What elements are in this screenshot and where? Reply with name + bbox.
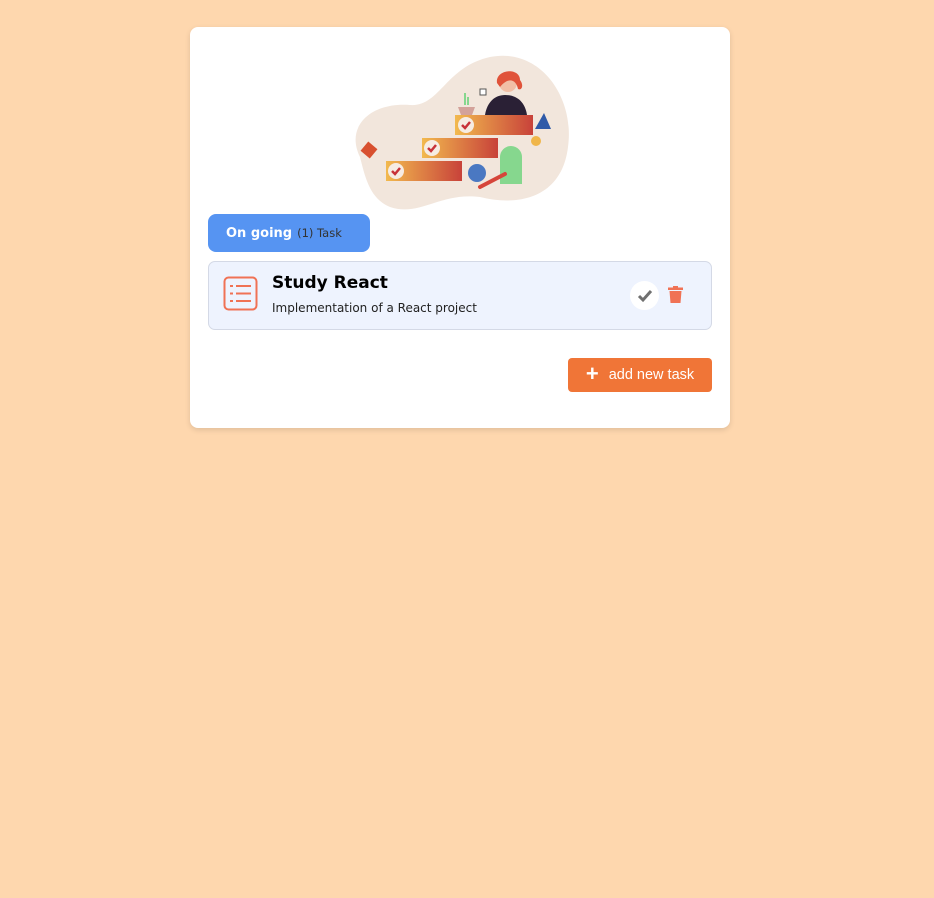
complete-task-button[interactable] [630, 281, 659, 310]
add-new-task-button[interactable]: + add new task [568, 358, 712, 392]
task-description: Implementation of a React project [272, 301, 477, 315]
task-count: (1) Task [297, 226, 342, 240]
list-icon [223, 276, 258, 311]
status-label: On going [226, 225, 293, 241]
add-task-label: add new task [608, 367, 695, 383]
task-item: Study React Implementation of a React pr… [208, 261, 712, 330]
tasks-illustration [355, 55, 569, 210]
check-icon [637, 289, 652, 302]
task-card: On going (1) Task Study React Implementa… [190, 27, 730, 428]
plus-icon: + [585, 360, 599, 386]
delete-task-button[interactable] [668, 286, 683, 303]
task-title: Study React [272, 273, 388, 293]
status-badge: On going (1) Task [208, 214, 370, 252]
